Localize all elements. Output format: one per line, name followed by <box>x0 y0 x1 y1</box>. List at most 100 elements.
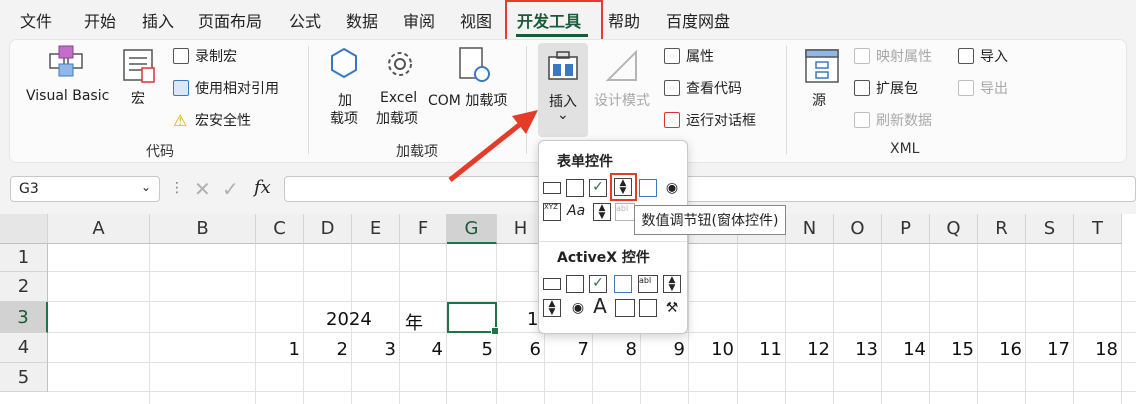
row-header-5[interactable]: 5 <box>0 363 48 392</box>
cancel-icon[interactable]: ✕ <box>194 177 211 201</box>
cell-N4[interactable]: 12 <box>807 339 830 360</box>
col-header-R[interactable]: R <box>978 214 1026 244</box>
excel-addins-button[interactable]: Excel <box>380 90 417 106</box>
cell-T4[interactable]: 18 <box>1095 339 1118 360</box>
record-macro-button[interactable]: 录制宏 <box>173 46 237 66</box>
run-dialog-label: 运行对话框 <box>686 113 756 129</box>
activex-option-button-icon[interactable]: ◉ <box>569 299 587 317</box>
row-header-1[interactable]: 1 <box>0 244 48 272</box>
col-header-D[interactable]: D <box>304 214 352 244</box>
cell-S4[interactable]: 17 <box>1047 339 1070 360</box>
menu-baidu-netdisk[interactable]: 百度网盘 <box>666 8 730 32</box>
activex-checkbox-icon[interactable]: ✓ <box>589 275 607 293</box>
toolbox-icon <box>547 49 579 83</box>
run-dialog-button[interactable]: 运行对话框 <box>664 110 756 130</box>
map-properties-button[interactable]: 映射属性 <box>854 46 932 66</box>
activex-text-box-icon[interactable]: abl <box>638 275 658 293</box>
refresh-data-button[interactable]: 刷新数据 <box>854 110 932 130</box>
formula-input[interactable] <box>284 176 1136 202</box>
cell-O4[interactable]: 13 <box>855 339 878 360</box>
cell-K4[interactable]: 9 <box>674 339 685 360</box>
cell-G4[interactable]: 5 <box>482 339 493 360</box>
activex-image-icon[interactable] <box>615 299 635 317</box>
activex-scroll-bar-icon[interactable]: ▲ ▼ <box>663 275 681 293</box>
menu-home[interactable]: 开始 <box>84 8 116 32</box>
macro-security-button[interactable]: ⚠ 宏安全性 <box>173 110 251 130</box>
cell-M4[interactable]: 11 <box>759 339 782 360</box>
col-header-F[interactable]: F <box>400 214 447 244</box>
scroll-bar-icon[interactable]: ▲ ▼ <box>593 203 611 221</box>
xml-source-button[interactable]: 源 <box>812 90 826 110</box>
visual-basic-button[interactable]: Visual Basic <box>26 88 109 104</box>
row-header-3[interactable]: 3 <box>0 302 48 333</box>
selected-cell-G3[interactable] <box>447 302 499 335</box>
xml-import-button[interactable]: 导入 <box>958 46 1008 66</box>
col-header-N[interactable]: N <box>786 214 834 244</box>
cell-C4[interactable]: 1 <box>289 339 300 360</box>
cell-J4[interactable]: 8 <box>626 339 637 360</box>
activex-list-box-icon[interactable] <box>614 275 632 293</box>
expansion-packs-button[interactable]: 扩展包 <box>854 78 918 98</box>
cell-H4[interactable]: 6 <box>530 339 541 360</box>
cell-D4[interactable]: 2 <box>337 339 348 360</box>
enter-icon[interactable]: ✓ <box>222 177 239 201</box>
menu-page-layout[interactable]: 页面布局 <box>198 8 262 32</box>
chevron-down-icon[interactable]: ⌄ <box>141 180 151 194</box>
cell-Q4[interactable]: 15 <box>951 339 974 360</box>
relative-reference-button[interactable]: 使用相对引用 <box>173 78 279 98</box>
button-control-icon[interactable] <box>543 182 561 194</box>
more-controls-icon[interactable]: ⚒ <box>663 299 681 317</box>
cell-P4[interactable]: 14 <box>903 339 926 360</box>
col-header-S[interactable]: S <box>1026 214 1074 244</box>
list-box-icon[interactable] <box>639 179 657 197</box>
menu-review[interactable]: 审阅 <box>403 8 435 32</box>
group-box-icon[interactable]: XYZ <box>543 203 561 221</box>
menu-help[interactable]: 帮助 <box>608 8 640 32</box>
checkbox-control-icon[interactable]: ✓ <box>589 179 607 197</box>
fill-handle[interactable] <box>491 327 499 335</box>
menu-file[interactable]: 文件 <box>20 8 52 32</box>
row-header-2[interactable]: 2 <box>0 272 48 302</box>
row-header-4[interactable]: 4 <box>0 333 48 363</box>
activex-toggle-button-icon[interactable] <box>639 299 657 317</box>
col-header-O[interactable]: O <box>834 214 882 244</box>
more-options-icon[interactable]: ⋮ <box>170 180 184 196</box>
menu-insert[interactable]: 插入 <box>142 8 174 32</box>
view-code-button[interactable]: 查看代码 <box>664 78 742 98</box>
macro-button[interactable]: 宏 <box>131 88 145 108</box>
activex-button-icon[interactable] <box>543 278 561 290</box>
insert-function-icon[interactable]: fx <box>254 177 271 198</box>
select-all-corner[interactable] <box>0 214 48 244</box>
cell-I4[interactable]: 7 <box>578 339 589 360</box>
col-header-T[interactable]: T <box>1074 214 1122 244</box>
properties-button[interactable]: 属性 <box>664 46 714 66</box>
xml-export-button[interactable]: 导出 <box>958 78 1008 98</box>
cell-D3[interactable]: 2024 <box>326 309 372 330</box>
cell-R4[interactable]: 16 <box>999 339 1022 360</box>
col-header-E[interactable]: E <box>352 214 400 244</box>
menu-data[interactable]: 数据 <box>346 8 378 32</box>
cell-L4[interactable]: 10 <box>711 339 734 360</box>
cell-F4[interactable]: 4 <box>432 339 443 360</box>
col-header-A[interactable]: A <box>48 214 150 244</box>
addins-button[interactable]: 加 <box>338 90 352 110</box>
label-control-icon[interactable]: Aa <box>567 203 593 221</box>
combo-box-icon[interactable] <box>566 179 584 197</box>
activex-label-icon[interactable]: A <box>591 295 609 317</box>
col-header-G[interactable]: G <box>447 214 497 244</box>
cell-F3[interactable]: 年 <box>405 309 423 335</box>
col-header-C[interactable]: C <box>256 214 304 244</box>
cell-I3[interactable]: 1 <box>527 309 538 330</box>
col-header-Q[interactable]: Q <box>930 214 978 244</box>
xml-export-label: 导出 <box>980 81 1008 97</box>
menu-view[interactable]: 视图 <box>460 8 492 32</box>
option-button-icon[interactable]: ◉ <box>663 179 681 197</box>
name-box[interactable]: G3 ⌄ <box>10 176 160 202</box>
design-mode-button[interactable]: 设计模式 <box>594 90 650 110</box>
col-header-B[interactable]: B <box>150 214 256 244</box>
menu-formulas[interactable]: 公式 <box>289 8 321 32</box>
col-header-P[interactable]: P <box>882 214 930 244</box>
cell-E4[interactable]: 3 <box>385 339 396 360</box>
activex-spin-button-icon[interactable]: ▲ ▼ <box>543 299 561 317</box>
activex-combo-box-icon[interactable] <box>566 275 584 293</box>
